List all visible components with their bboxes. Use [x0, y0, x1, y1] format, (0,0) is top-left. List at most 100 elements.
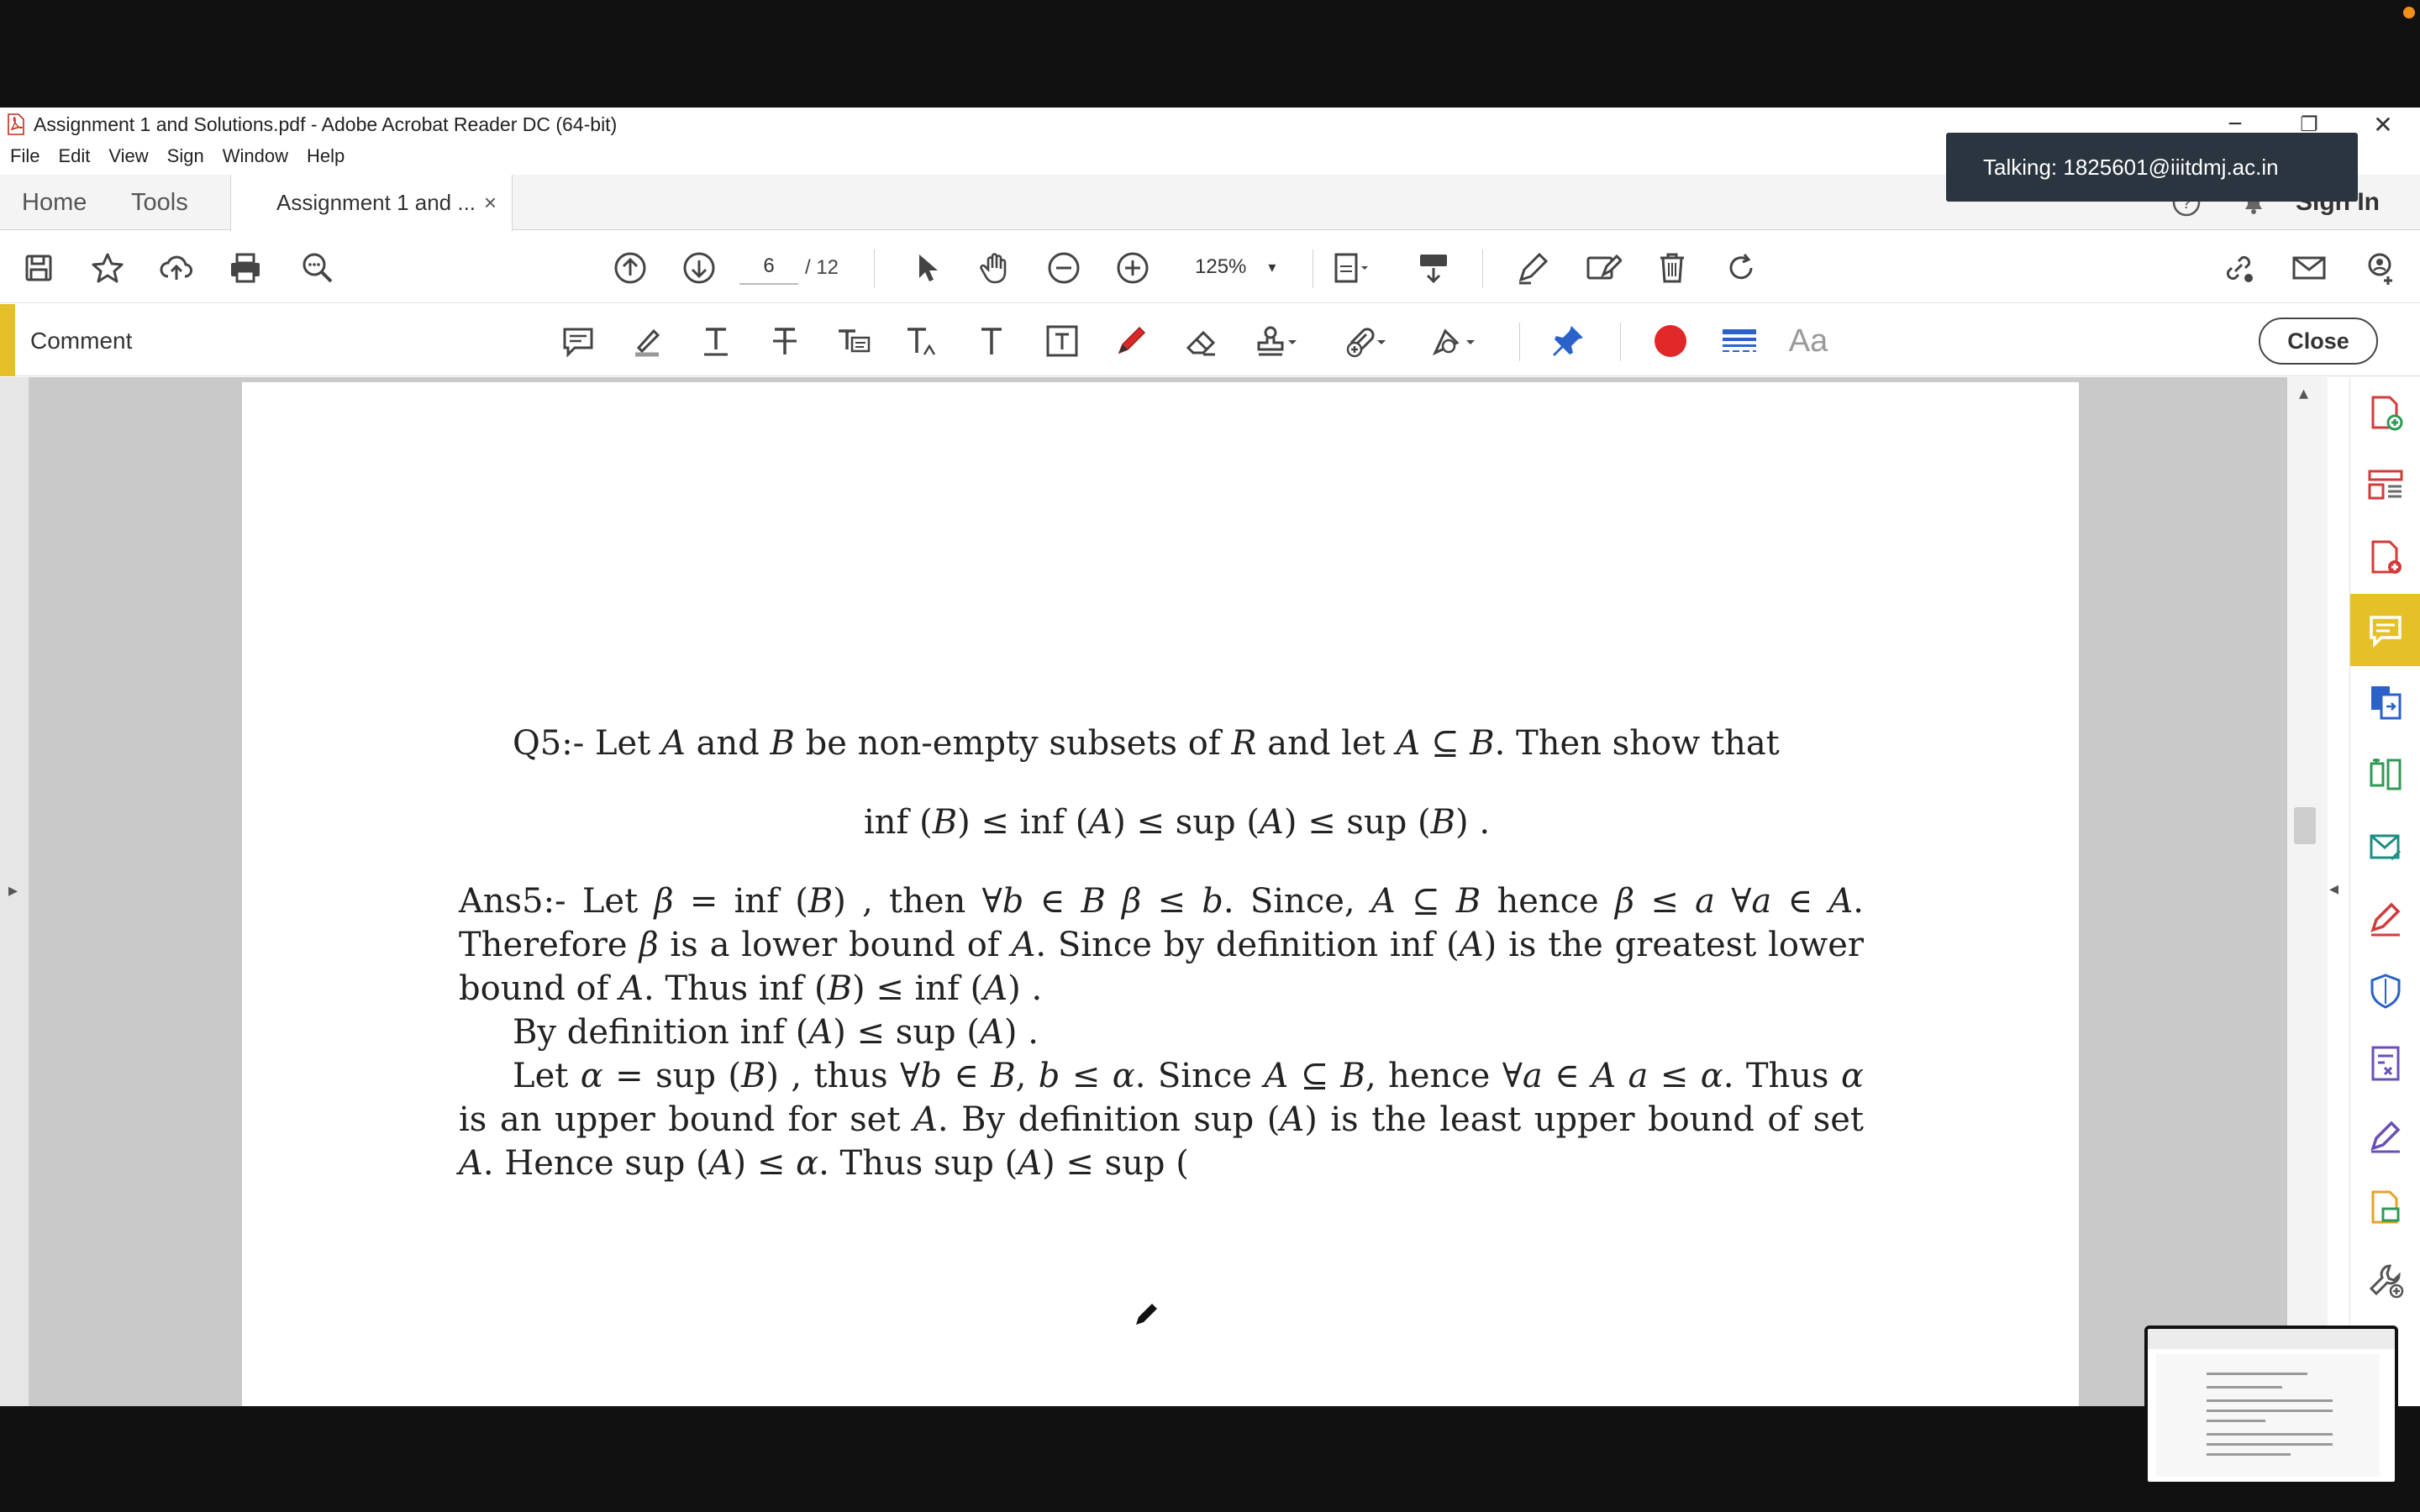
tab-document[interactable]: Assignment 1 and ... × [230, 175, 513, 231]
self-view-thumbnail[interactable] [2144, 1326, 2398, 1485]
save-icon[interactable] [18, 248, 59, 288]
scroll-mode-icon[interactable] [1413, 248, 1454, 288]
toolbar-separator [1519, 323, 1520, 361]
text-box-icon[interactable] [1042, 321, 1082, 361]
rotate-icon[interactable] [1721, 248, 1761, 288]
talking-notification: Talking: 1825601@iiitdmj.ac.in [1946, 133, 2358, 202]
right-tools-pane [2349, 377, 2420, 1406]
attach-dropdown-icon[interactable] [1373, 321, 1390, 361]
underline-text-icon[interactable] [696, 321, 736, 361]
comment-tool-icon[interactable] [2350, 594, 2420, 666]
select-cursor-icon[interactable] [906, 248, 946, 288]
more-tools-icon[interactable] [2350, 1244, 2420, 1316]
thumbnail-text-line [2207, 1373, 2307, 1375]
menu-window[interactable]: Window [223, 145, 288, 167]
page-total: / 12 [805, 256, 839, 279]
scrollbar-thumb[interactable] [2294, 807, 2316, 844]
menu-edit[interactable]: Edit [58, 145, 90, 167]
pen-cursor-icon [1136, 1304, 1157, 1325]
tab-tools[interactable]: Tools [131, 175, 188, 230]
combine-files-icon[interactable] [2350, 666, 2420, 738]
answer-5-paragraph-3: Let α = sup (B) , thus ∀b ∈ B, b ≤ α. Si… [459, 1057, 1865, 1183]
thumbnail-document [2156, 1354, 2380, 1477]
answer-5-paragraph-2: By definition inf (A) ≤ sup (A) . [513, 1013, 1039, 1052]
export-pdf-icon[interactable] [2350, 522, 2420, 594]
shapes-dropdown-icon[interactable] [1462, 321, 1479, 361]
prepare-form-icon[interactable] [2350, 1027, 2420, 1100]
page-display-icon[interactable] [1331, 248, 1371, 288]
star-bookmark-icon[interactable] [87, 248, 128, 288]
export-comments-icon[interactable] [2350, 1172, 2420, 1244]
line-thickness-icon[interactable] [1719, 321, 1760, 361]
thumbnail-toolbar [2148, 1329, 2395, 1349]
left-panel-collapsed[interactable]: ▸ [0, 377, 29, 1406]
share-link-icon[interactable] [2218, 248, 2259, 288]
expand-left-panel-icon[interactable]: ▸ [8, 879, 18, 901]
draw-freeform-icon[interactable] [1111, 321, 1151, 361]
previous-page-icon[interactable] [610, 248, 650, 288]
toolbar-separator [1620, 323, 1621, 361]
hand-tool-icon[interactable] [975, 248, 1015, 288]
print-icon[interactable] [225, 248, 266, 288]
right-panel-toggle[interactable]: ◂ [2328, 377, 2349, 1406]
color-picker-icon[interactable] [1650, 321, 1691, 361]
sticky-note-icon[interactable] [558, 321, 598, 361]
keep-tool-pin-icon[interactable] [1548, 321, 1588, 361]
thumbnail-text-line [2207, 1420, 2265, 1422]
tab-home[interactable]: Home [22, 175, 87, 230]
screen-bottom-bar [0, 1406, 2420, 1512]
comment-accent-bar [0, 304, 15, 376]
thumbnail-text-line [2207, 1399, 2333, 1402]
menu-help[interactable]: Help [307, 145, 345, 167]
eraser-icon[interactable] [1181, 321, 1222, 361]
strikethrough-text-icon[interactable] [765, 321, 805, 361]
tab-close-icon[interactable]: × [484, 190, 497, 216]
organize-pages-icon[interactable] [2350, 449, 2420, 522]
scroll-up-icon[interactable]: ▴ [2299, 382, 2308, 404]
stamp-dropdown-icon[interactable] [1284, 321, 1301, 361]
find-text-icon[interactable] [297, 248, 338, 288]
replace-text-icon[interactable] [834, 321, 874, 361]
highlight-text-icon[interactable] [627, 321, 667, 361]
insert-text-icon[interactable] [902, 321, 943, 361]
thumbnail-text-line [2207, 1386, 2282, 1389]
thumbnail-text-line [2207, 1433, 2333, 1436]
next-page-icon[interactable] [679, 248, 719, 288]
thumbnail-text-line [2207, 1443, 2333, 1446]
fill-and-sign-icon[interactable] [2350, 883, 2420, 955]
pdf-page: Q5:- Let A and B be non-empty subsets of… [242, 382, 2079, 1406]
cloud-upload-icon[interactable] [156, 248, 197, 288]
question-5-text: Q5:- Let A and B be non-empty subsets of… [513, 724, 1780, 763]
zoom-level-select[interactable]: 125% ▾ [1185, 249, 1294, 285]
page-number-input[interactable]: 6 [739, 249, 798, 285]
request-signature-icon[interactable] [2350, 1100, 2420, 1172]
screen-top-bar [0, 0, 2420, 108]
vertical-scrollbar[interactable]: ▴ [2287, 377, 2328, 1406]
collapse-right-panel-icon[interactable]: ◂ [2329, 878, 2338, 900]
comment-toolbar: Comment Aa Close [0, 304, 2420, 376]
compress-pdf-icon[interactable] [2350, 738, 2420, 811]
toolbar-separator [874, 249, 875, 288]
close-comment-button[interactable]: Close [2259, 318, 2378, 365]
text-properties-icon[interactable]: Aa [1788, 321, 1828, 361]
menu-sign[interactable]: Sign [167, 145, 204, 167]
fill-sign-icon[interactable] [1512, 248, 1553, 288]
add-user-icon[interactable] [2360, 248, 2400, 288]
create-pdf-icon[interactable] [2350, 377, 2420, 449]
document-viewport: ▸ Q5:- Let A and B be non-empty subsets … [0, 377, 2420, 1406]
zoom-in-icon[interactable] [1113, 248, 1153, 288]
add-text-comment-icon[interactable] [971, 321, 1012, 361]
delete-icon[interactable] [1652, 248, 1692, 288]
menu-view[interactable]: View [108, 145, 148, 167]
email-icon[interactable] [2289, 248, 2329, 288]
send-for-review-icon[interactable] [2350, 811, 2420, 883]
recording-indicator [2403, 7, 2415, 18]
zoom-out-icon[interactable] [1044, 248, 1084, 288]
thumbnail-text-line [2207, 1410, 2333, 1412]
thumbnail-text-line [2207, 1453, 2291, 1456]
menu-file[interactable]: File [10, 145, 39, 167]
edit-pdf-icon[interactable] [1583, 248, 1623, 288]
answer-5-paragraph-1: Ans5:- Let β = inf (B) , then ∀b ∈ B β ≤… [459, 882, 1864, 1008]
question-5-display-equation: inf (B) ≤ inf (A) ≤ sup (A) ≤ sup (B) . [864, 803, 1491, 842]
protect-shield-icon[interactable] [2350, 955, 2420, 1027]
